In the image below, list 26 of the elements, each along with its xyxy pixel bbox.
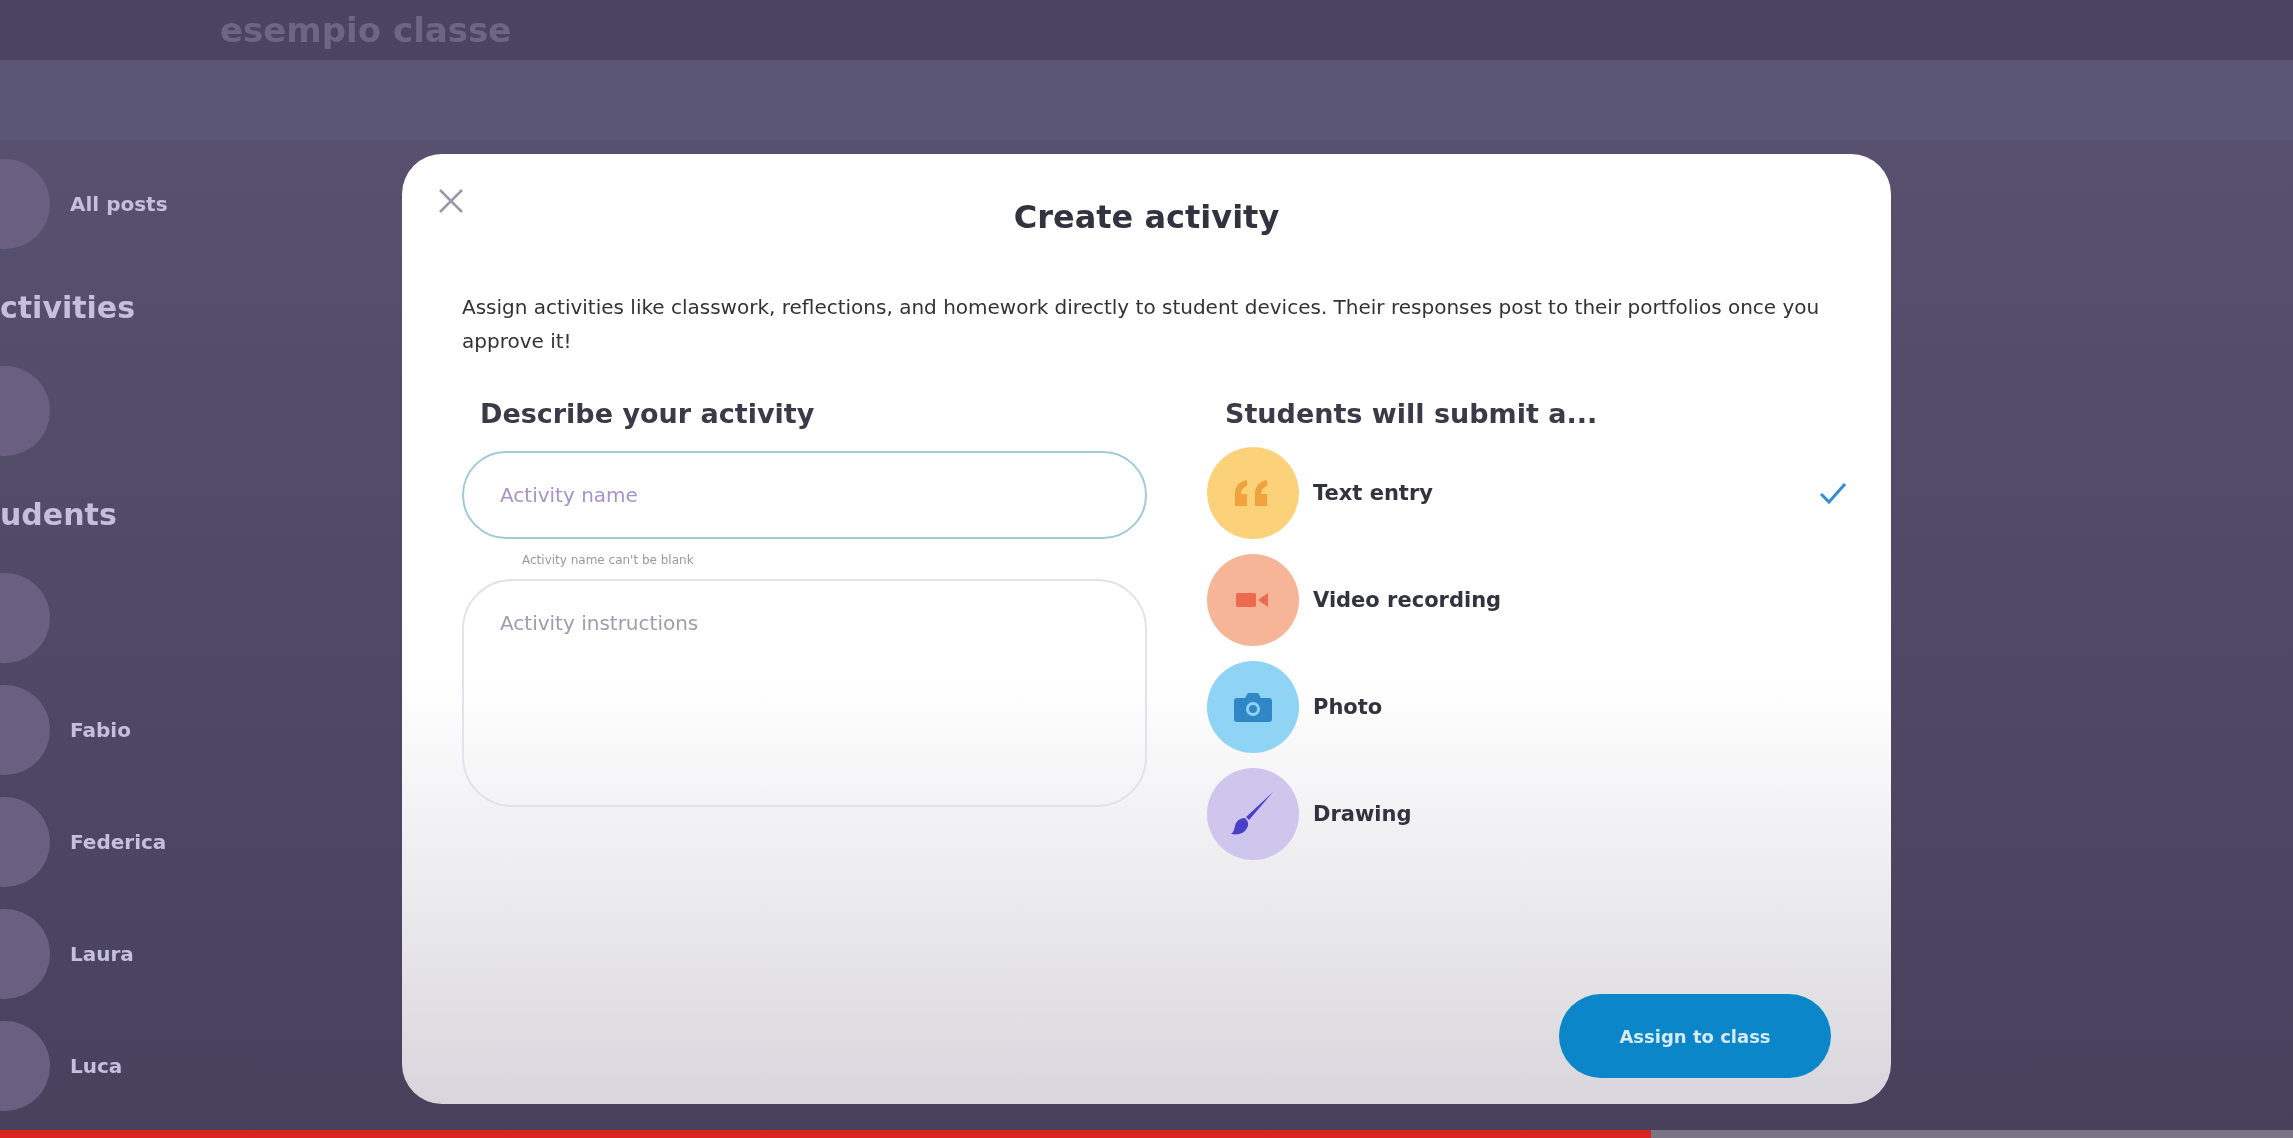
option-label: Photo <box>1313 694 1384 719</box>
submission-option[interactable]: Text entry <box>1207 439 1847 546</box>
section-heading: Students will submit a... <box>1225 398 1599 429</box>
submission-option[interactable]: Drawing <box>1207 760 1847 867</box>
sidebar-item[interactable]: Fabio <box>70 718 131 742</box>
sidebar-item[interactable]: Luca <box>70 1054 123 1078</box>
camera-icon <box>1233 691 1273 722</box>
close-icon <box>438 188 464 214</box>
sidebar-item[interactable]: All posts <box>70 192 168 216</box>
sidebar-heading: ctivities <box>0 290 136 325</box>
checkmark-icon <box>1819 481 1847 504</box>
dialog-description: Assign activities like classwork, reflections, and homework directly to student devices. Their responses post to their portfolios once you approve it! <box>462 294 1821 355</box>
option-label: Video recording <box>1313 587 1503 612</box>
option-label: Drawing <box>1313 801 1413 826</box>
section-heading: Describe your activity <box>480 398 816 429</box>
submission-option[interactable]: Video recording <box>1207 546 1847 653</box>
submission-option[interactable]: Photo <box>1207 653 1847 760</box>
validation-message: Activity name can't be blank <box>522 553 695 567</box>
sidebar-item[interactable]: Laura <box>70 942 134 966</box>
dialog-title: Create activity <box>1013 198 1280 236</box>
option-label: Text entry <box>1313 480 1434 505</box>
activity-name-field[interactable]: Activity name <box>462 451 1147 539</box>
assign-to-class-button[interactable]: Assign to class <box>1559 994 1831 1078</box>
activity-instructions-field[interactable]: Activity instructions <box>462 579 1147 807</box>
sidebar-heading: udents <box>0 497 117 532</box>
sidebar-item[interactable]: Federica <box>70 830 167 854</box>
